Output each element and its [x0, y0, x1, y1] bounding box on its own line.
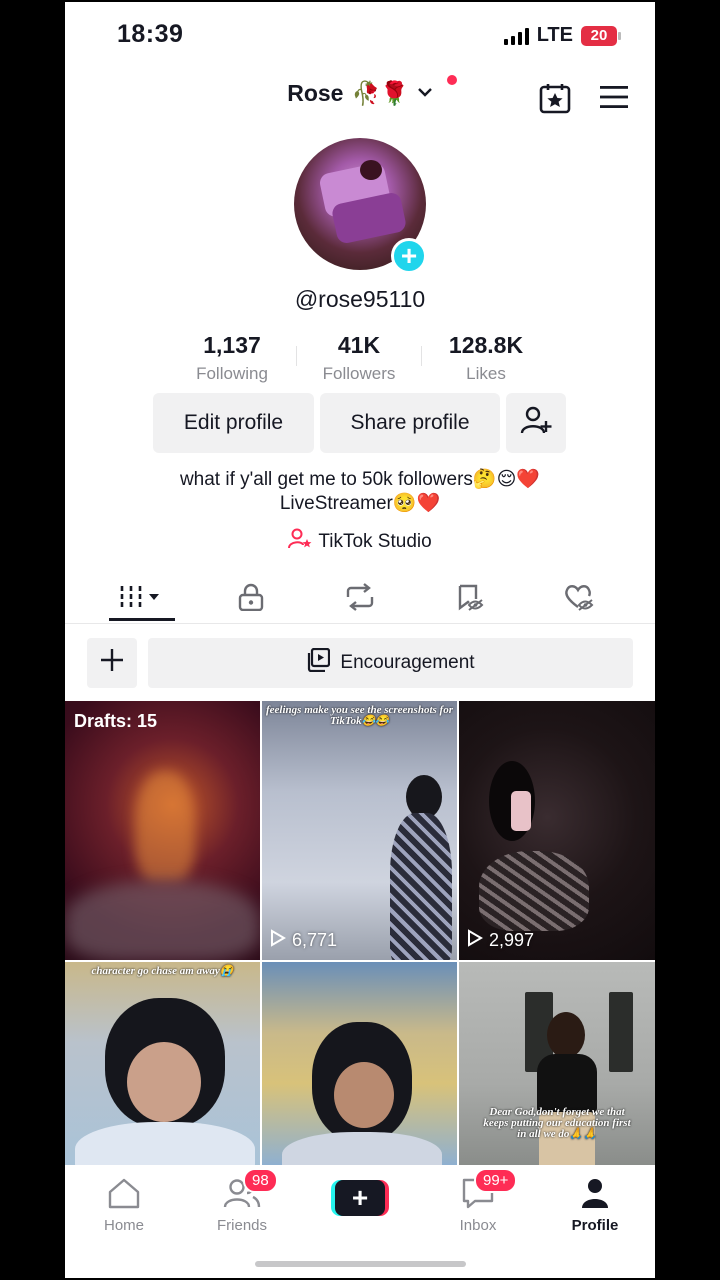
stat-following[interactable]: 1,137 Following	[167, 332, 297, 384]
bookmark-hidden-icon	[456, 583, 484, 616]
tab-favorites[interactable]	[437, 574, 503, 624]
view-count: 2,997	[467, 929, 534, 952]
view-count: 6,771	[270, 929, 337, 952]
view-count-value: 2,997	[489, 930, 535, 950]
home-icon	[84, 1175, 164, 1211]
play-icon	[270, 929, 286, 952]
video-thumbnail[interactable]: Dear God,don't forget we that keeps putt…	[459, 962, 655, 1165]
plus-icon	[100, 646, 124, 680]
battery-level: 20	[590, 27, 608, 44]
create-button[interactable]: +	[331, 1180, 389, 1216]
add-friend-button[interactable]	[506, 393, 566, 453]
tab-reposts[interactable]	[327, 574, 393, 624]
bio-line: LiveStreamer🥺❤️	[279, 493, 441, 514]
status-indicators: LTE 20	[503, 24, 621, 47]
video-thumbnail[interactable]: feelings make you see the screenshots fo…	[262, 701, 457, 960]
battery-icon: 20	[581, 25, 621, 46]
nav-profile[interactable]: Profile	[555, 1175, 635, 1234]
heart-hidden-icon	[564, 583, 594, 616]
repost-icon	[344, 582, 376, 616]
video-thumbnail-drafts[interactable]: Drafts: 15	[65, 701, 260, 960]
video-thumbnail[interactable]	[262, 962, 457, 1165]
signal-icon	[503, 27, 529, 45]
bio: what if y'all get me to 50k followers🤔😌❤…	[65, 468, 655, 516]
stat-label: Followers	[322, 364, 396, 383]
edit-profile-button[interactable]: Edit profile	[153, 393, 314, 453]
grid-icon	[119, 584, 165, 615]
stat-likes[interactable]: 128.8K Likes	[421, 332, 551, 384]
play-icon	[467, 929, 483, 952]
video-thumbnail[interactable]: 2,997	[459, 701, 655, 960]
share-profile-button[interactable]: Share profile	[320, 393, 500, 453]
stat-label: Likes	[466, 364, 506, 383]
stat-label: Following	[196, 364, 268, 383]
bio-line: what if y'all get me to 50k followers🤔😌❤…	[179, 469, 541, 490]
video-caption: Dear God,don't forget we that keeps putt…	[483, 1106, 631, 1140]
nav-label: Friends	[216, 1217, 268, 1234]
network-type: LTE	[536, 24, 573, 46]
home-indicator	[255, 1261, 466, 1267]
tiktok-studio-link[interactable]: TikTok Studio	[65, 528, 655, 556]
notification-dot	[447, 75, 457, 85]
nav-label: Profile	[571, 1217, 619, 1234]
video-thumbnail[interactable]: character go chase am away😭	[65, 962, 260, 1165]
tab-videos[interactable]	[109, 574, 175, 624]
nav-inbox[interactable]: Inbox 99+	[438, 1168, 518, 1234]
account-name: Rose	[287, 80, 344, 106]
nav-friends[interactable]: Friends 98	[202, 1168, 282, 1234]
profile-screen: 18:39 LTE 20 Rose 🥀🌹 + @rose95110 1,137 …	[65, 2, 655, 1278]
active-tab-indicator	[109, 618, 175, 621]
tab-private[interactable]	[218, 574, 284, 624]
nav-home[interactable]: Home	[84, 1175, 164, 1234]
stat-value: 41K	[337, 332, 381, 358]
plus-icon: +	[335, 1180, 385, 1216]
inbox-badge: 99+	[474, 1168, 518, 1193]
calendar-star-icon[interactable]	[539, 82, 571, 114]
add-collection-button[interactable]	[87, 638, 137, 688]
playlist-icon	[306, 647, 331, 678]
add-user-icon	[520, 405, 552, 441]
stat-followers[interactable]: 41K Followers	[294, 332, 424, 384]
stat-value: 128.8K	[448, 332, 524, 358]
add-story-plus-icon[interactable]: +	[391, 238, 427, 274]
studio-label: TikTok Studio	[318, 531, 432, 552]
drafts-label: Drafts: 15	[74, 711, 158, 731]
menu-icon[interactable]	[599, 84, 629, 110]
collection-encouragement[interactable]: Encouragement	[148, 638, 633, 688]
friends-badge: 98	[243, 1168, 278, 1193]
nav-label: Home	[103, 1217, 144, 1234]
chevron-down-icon	[417, 85, 433, 103]
lock-icon	[238, 583, 264, 616]
username: @rose95110	[294, 286, 426, 312]
profile-icon	[555, 1175, 635, 1211]
video-caption: character go chase am away😭	[91, 965, 234, 977]
status-time: 18:39	[117, 20, 184, 48]
stat-value: 1,137	[203, 332, 261, 358]
collection-label: Encouragement	[340, 652, 475, 673]
tab-liked[interactable]	[546, 574, 612, 624]
video-caption: feelings make you see the screenshots fo…	[266, 704, 453, 727]
creator-icon	[288, 528, 312, 556]
account-emojis: 🥀🌹	[351, 80, 409, 106]
view-count-value: 6,771	[292, 930, 338, 950]
profile-tabs	[65, 574, 655, 624]
nav-label: Inbox	[459, 1217, 497, 1234]
